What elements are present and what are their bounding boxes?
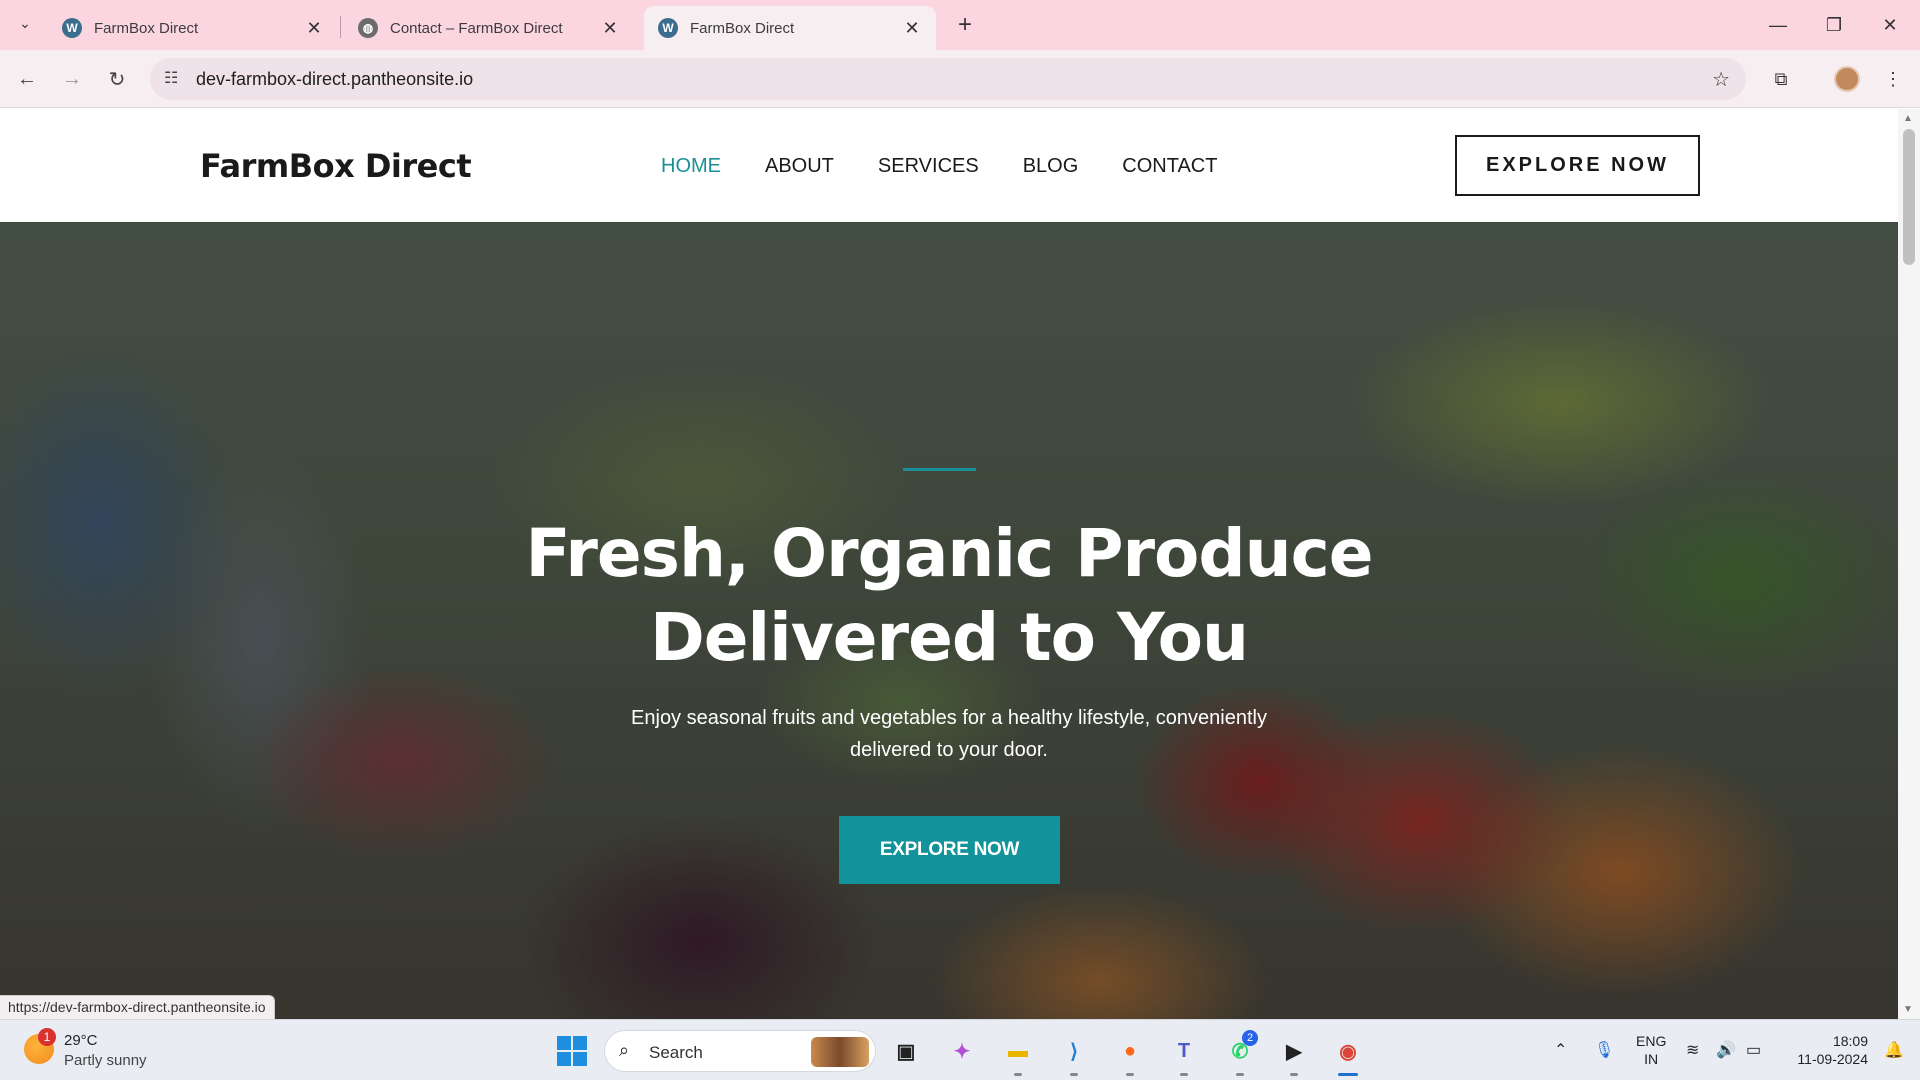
search-label: Search <box>649 1043 703 1062</box>
active-indicator <box>1338 1073 1358 1076</box>
weather-condition[interactable]: Partly sunny <box>64 1052 147 1069</box>
tab-title: Contact – FarmBox Direct <box>390 19 563 37</box>
hero-section: Fresh, Organic Produce Delivered to You … <box>0 222 1898 1019</box>
weather-temp[interactable]: 29°C <box>64 1032 98 1049</box>
profile-avatar[interactable] <box>1832 64 1862 94</box>
wifi-icon[interactable]: ≋ <box>1686 1040 1699 1060</box>
tab-title: FarmBox Direct <box>94 19 199 37</box>
date: 11-09-2024 <box>1797 1051 1868 1067</box>
running-indicator <box>1236 1073 1244 1076</box>
nav-home[interactable]: HOME <box>661 155 721 178</box>
url-text: dev-farmbox-direct.pantheonsite.io <box>196 69 474 89</box>
copilot-icon[interactable]: ✦ <box>944 1033 980 1069</box>
language-indicator[interactable]: ENG IN <box>1636 1032 1666 1068</box>
nav-services[interactable]: SERVICES <box>878 155 979 178</box>
clock[interactable]: 18:09 11-09-2024 <box>1788 1032 1868 1068</box>
new-tab-button[interactable]: + <box>950 10 980 40</box>
close-tab-icon[interactable]: ✕ <box>600 18 620 39</box>
whatsapp-badge: 2 <box>1242 1030 1258 1046</box>
show-hidden-icons[interactable]: ⌃ <box>1554 1040 1567 1060</box>
windows-taskbar: 1 29°C Partly sunny ⌕ Search ▣ ✦ ▬ ⟩ ● T… <box>0 1019 1920 1080</box>
bookmark-star-icon[interactable]: ☆ <box>1712 67 1730 92</box>
tab-farmbox-active[interactable]: W FarmBox Direct ✕ <box>644 6 936 50</box>
menu-icon[interactable]: ⋮ <box>1878 64 1908 94</box>
nav-blog[interactable]: BLOG <box>1023 155 1079 178</box>
web-page: FarmBox Direct HOME ABOUT SERVICES BLOG … <box>0 109 1898 1019</box>
restore-button[interactable]: ❐ <box>1806 0 1862 50</box>
hero-subtitle: Enjoy seasonal fruits and vegetables for… <box>631 707 1267 761</box>
media-player-icon[interactable]: ▶ <box>1276 1033 1312 1069</box>
chrome-icon[interactable]: ◉ <box>1330 1033 1366 1069</box>
hero-explore-button[interactable]: EXPLORE NOW <box>839 816 1060 884</box>
search-icon: ⌕ <box>619 1040 630 1060</box>
header-explore-button[interactable]: EXPLORE NOW <box>1455 135 1700 196</box>
nav-contact[interactable]: CONTACT <box>1122 155 1217 178</box>
scroll-down-icon[interactable]: ▼ <box>1903 1004 1913 1015</box>
running-indicator <box>1180 1073 1188 1076</box>
back-button[interactable]: ← <box>12 64 42 94</box>
tab-separator <box>340 16 341 38</box>
close-tab-icon[interactable]: ✕ <box>902 18 922 39</box>
reload-button[interactable]: ↻ <box>102 64 132 94</box>
weather-badge: 1 <box>38 1028 56 1046</box>
site-logo[interactable]: FarmBox Direct <box>200 147 472 185</box>
teams-icon[interactable]: T <box>1166 1033 1202 1069</box>
running-indicator <box>1290 1073 1298 1076</box>
time: 18:09 <box>1832 1033 1868 1049</box>
running-indicator <box>1070 1073 1078 1076</box>
nav-about[interactable]: ABOUT <box>765 155 834 178</box>
address-bar[interactable]: ☷ dev-farmbox-direct.pantheonsite.io ☆ <box>150 58 1746 100</box>
search-highlight-image <box>811 1037 869 1067</box>
scroll-up-icon[interactable]: ▲ <box>1903 113 1913 124</box>
wordpress-icon: W <box>658 18 678 38</box>
browser-tab-strip: ⌄ W FarmBox Direct ✕ ◍ Contact – FarmBox… <box>0 0 1920 50</box>
region-code: IN <box>1644 1051 1659 1067</box>
tab-contact[interactable]: ◍ Contact – FarmBox Direct ✕ <box>344 6 634 50</box>
notifications-icon[interactable]: 🔔 <box>1884 1040 1904 1060</box>
firefox-icon[interactable]: ● <box>1112 1033 1148 1069</box>
site-header: FarmBox Direct HOME ABOUT SERVICES BLOG … <box>0 109 1898 222</box>
status-bar-url: https://dev-farmbox-direct.pantheonsite.… <box>0 995 275 1019</box>
site-settings-icon[interactable]: ☷ <box>164 68 178 88</box>
main-nav: HOME ABOUT SERVICES BLOG CONTACT <box>661 155 1261 178</box>
globe-icon: ◍ <box>358 18 378 38</box>
accent-line <box>903 468 976 471</box>
extensions-icon[interactable]: ⧉ <box>1766 64 1796 94</box>
running-indicator <box>1126 1073 1134 1076</box>
battery-icon[interactable]: ▭ <box>1746 1040 1761 1060</box>
hero-content: Fresh, Organic Produce Delivered to You … <box>0 222 1898 1019</box>
running-indicator <box>1014 1073 1022 1076</box>
close-tab-icon[interactable]: ✕ <box>304 18 324 39</box>
minimize-button[interactable]: — <box>1750 0 1806 50</box>
task-view-icon[interactable]: ▣ <box>888 1033 924 1069</box>
scrollbar-thumb[interactable] <box>1903 129 1915 265</box>
tab-title: FarmBox Direct <box>690 19 795 37</box>
language-code: ENG <box>1636 1033 1667 1049</box>
forward-button[interactable]: → <box>57 64 87 94</box>
volume-icon[interactable]: 🔊 <box>1716 1040 1736 1060</box>
hero-title: Fresh, Organic Produce Delivered to You <box>525 515 1373 676</box>
windows-start-icon[interactable] <box>554 1033 590 1069</box>
page-scrollbar[interactable]: ▲ ▼ <box>1898 109 1920 1019</box>
file-explorer-icon[interactable]: ▬ <box>1000 1033 1036 1069</box>
avatar <box>1834 66 1860 92</box>
microphone-icon[interactable]: 🎙 <box>1594 1040 1614 1060</box>
tab-search-button[interactable]: ⌄ <box>10 8 40 38</box>
tab-farmbox-1[interactable]: W FarmBox Direct ✕ <box>48 6 338 50</box>
browser-toolbar: ← → ↻ ☷ dev-farmbox-direct.pantheonsite.… <box>0 50 1920 108</box>
close-window-button[interactable]: ✕ <box>1862 0 1918 50</box>
vscode-icon[interactable]: ⟩ <box>1056 1033 1092 1069</box>
wordpress-icon: W <box>62 18 82 38</box>
taskbar-search[interactable]: ⌕ Search <box>604 1030 876 1072</box>
